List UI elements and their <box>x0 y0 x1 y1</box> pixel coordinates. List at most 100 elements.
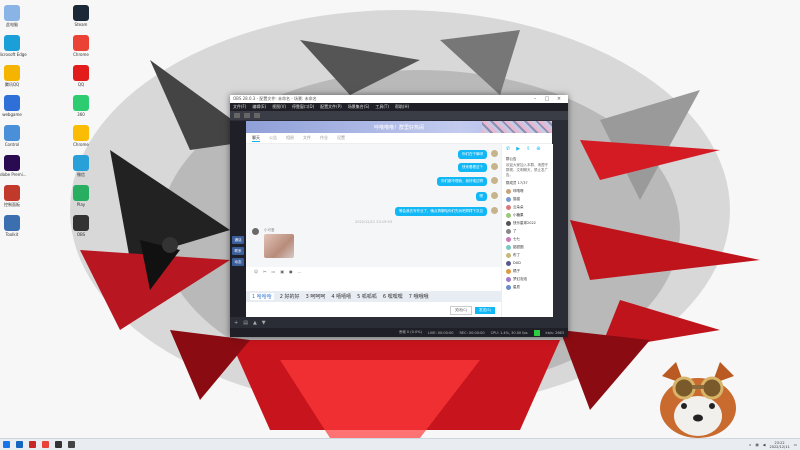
group-tab[interactable]: 作业 <box>320 135 328 141</box>
more-icon[interactable]: … <box>298 269 302 274</box>
member-row[interactable]: 梦幻泡泡 <box>502 275 553 283</box>
menu-item[interactable]: 帮助(H) <box>395 104 409 110</box>
desktop-icon[interactable]: Steam <box>66 5 96 27</box>
chevron-up-icon[interactable]: ∧ <box>749 443 752 447</box>
member-name: 甜甜圈 <box>513 244 524 249</box>
app-icon <box>4 185 20 201</box>
group-tab[interactable]: 相册 <box>286 135 294 141</box>
share-icon[interactable]: ⇪ <box>526 146 530 152</box>
desktop-icon[interactable]: Play <box>66 185 96 207</box>
ime-candidate[interactable]: 6 嘿嘿嘿 <box>383 293 403 300</box>
volume-icon[interactable]: ◀ <box>763 443 766 447</box>
windows-start-icon[interactable] <box>3 441 10 448</box>
member-row[interactable]: 布丁 <box>502 251 553 259</box>
member-row[interactable]: 了 <box>502 227 553 235</box>
member-row[interactable]: 七七 <box>502 235 553 243</box>
app-icon[interactable] <box>16 441 23 448</box>
close-button[interactable]: 关闭(C) <box>449 305 473 315</box>
menu-item[interactable]: 场景集合(S) <box>348 104 370 110</box>
desktop-icon[interactable]: 控制面板 <box>0 185 27 207</box>
minimize-icon[interactable]: – <box>529 96 541 102</box>
phone-icon[interactable]: ✆ <box>506 146 510 152</box>
menu-item[interactable]: 配置文件(P) <box>320 104 342 110</box>
desktop-icon[interactable]: Toolkit <box>0 215 27 237</box>
member-row[interactable]: 星辰 <box>502 283 553 291</box>
desktop-icon[interactable]: 360 <box>66 95 96 117</box>
dock-button[interactable]: 联系 <box>232 247 244 255</box>
trash-icon[interactable]: ▤ <box>243 320 248 326</box>
ime-candidate[interactable]: 3 呵呵呵 <box>306 293 326 300</box>
clock[interactable]: 23:22 2022/12/11 <box>770 441 790 449</box>
ime-candidate[interactable]: 7 哦哦哦 <box>409 293 429 300</box>
obs-preview[interactable]: 呼噜噜噜！群里好热闹 聊天 公告 相册 文件 作业 设置 你们在干嘛呀 快来看看这个 你们… <box>246 121 553 317</box>
obs-window[interactable]: OBS 28.0.3 - 配置文件: 未命名 - 场景: 未命名 – □ × 文… <box>230 95 568 337</box>
member-row[interactable]: 猫猫 <box>502 195 553 203</box>
group-tab[interactable]: 聊天 <box>252 135 260 142</box>
dock-button[interactable]: 动态 <box>232 258 244 266</box>
photo-message[interactable] <box>264 234 294 258</box>
maximize-icon[interactable]: □ <box>541 96 553 102</box>
obs-titlebar[interactable]: OBS 28.0.3 - 配置文件: 未命名 - 场景: 未命名 – □ × <box>230 95 568 103</box>
ime-candidate[interactable]: 1 哈哈哈 <box>250 293 274 300</box>
member-row[interactable]: 甜甜圈 <box>502 243 553 251</box>
folder-icon[interactable]: ▭ <box>272 269 276 274</box>
emoji-icon[interactable]: ☺ <box>254 269 258 274</box>
toolbar-button[interactable] <box>254 113 260 118</box>
desktop-icon[interactable]: QQ <box>66 65 96 87</box>
member-row[interactable]: 呼噜噜 <box>502 187 553 195</box>
menu-item[interactable]: 停靠窗口(D) <box>292 104 314 110</box>
avatar[interactable] <box>491 150 498 157</box>
member-row[interactable]: DXD <box>502 259 553 267</box>
avatar[interactable] <box>491 177 498 184</box>
member-row[interactable]: 快乐星球2022 <box>502 219 553 227</box>
member-row[interactable]: 橘子 <box>502 267 553 275</box>
ime-candidate[interactable]: 5 呱呱呱 <box>357 293 377 300</box>
scissors-icon[interactable]: ✂ <box>263 269 266 274</box>
image-icon[interactable]: ▣ <box>280 269 284 274</box>
ime-candidate[interactable]: 2 好的好 <box>280 293 300 300</box>
menu-item[interactable]: 工具(T) <box>375 104 389 110</box>
menu-item[interactable]: 编辑(E) <box>252 104 266 110</box>
group-tab[interactable]: 公告 <box>269 135 277 141</box>
mic-icon[interactable]: ● <box>289 269 293 274</box>
add-icon[interactable]: ⊕ <box>536 146 540 152</box>
menu-item[interactable]: 文件(F) <box>233 104 246 110</box>
avatar[interactable] <box>252 228 259 235</box>
desktop-icon[interactable]: webgame <box>0 95 27 117</box>
desktop-icon[interactable]: Adobe Premi... <box>0 155 27 177</box>
add-icon[interactable]: + <box>234 320 238 326</box>
avatar[interactable] <box>491 192 498 199</box>
member-row[interactable]: 小糖果 <box>502 211 553 219</box>
desktop-icon[interactable]: OBS <box>66 215 96 237</box>
chrome-icon[interactable] <box>42 441 49 448</box>
avatar[interactable] <box>491 207 498 214</box>
desktop-icon[interactable]: 此电脑 <box>0 5 27 27</box>
desktop-icon[interactable]: Control <box>0 125 27 147</box>
chevron-down-icon[interactable]: ▼ <box>262 320 266 326</box>
desktop-icon-label: Chrome <box>73 142 89 147</box>
chevron-up-icon[interactable]: ▲ <box>253 320 257 326</box>
notification-icon[interactable]: ▭ <box>794 443 797 447</box>
app-icon[interactable] <box>55 441 62 448</box>
video-icon[interactable]: ▶ <box>516 146 520 152</box>
dock-button[interactable]: 通话 <box>232 236 244 244</box>
toolbar-button[interactable] <box>234 113 240 118</box>
member-row[interactable]: 云朵朵 <box>502 203 553 211</box>
group-tab[interactable]: 设置 <box>337 135 345 141</box>
desktop-icon[interactable]: Chrome <box>66 35 96 57</box>
app-icon[interactable] <box>29 441 36 448</box>
close-icon[interactable]: × <box>553 96 565 102</box>
ime-candidate[interactable]: 4 嘻嘻嘻 <box>331 293 351 300</box>
desktop-icon[interactable]: Microsoft Edge <box>0 35 27 57</box>
toolbar-button[interactable] <box>244 113 250 118</box>
avatar[interactable] <box>491 163 498 170</box>
send-button[interactable]: 发送(S) <box>475 306 495 314</box>
desktop-icon[interactable]: Chrome <box>66 125 96 147</box>
group-tab[interactable]: 文件 <box>303 135 311 141</box>
desktop-icon[interactable]: 腾讯QQ <box>0 65 27 87</box>
obs-icon[interactable] <box>68 441 75 448</box>
menu-item[interactable]: 视图(V) <box>272 104 286 110</box>
member-name: 布丁 <box>513 252 520 257</box>
network-icon[interactable]: ▦ <box>755 443 758 447</box>
desktop-icon[interactable]: 微信 <box>66 155 96 177</box>
